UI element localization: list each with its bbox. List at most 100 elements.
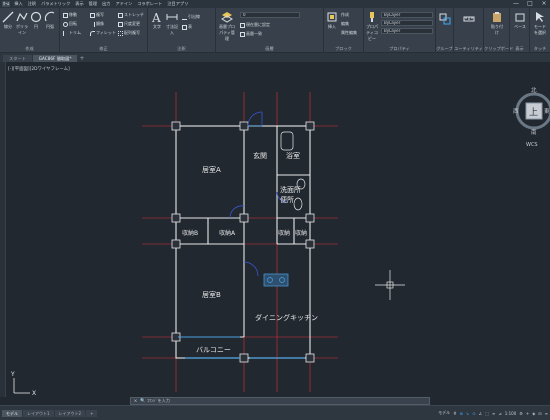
draw-panel-label[interactable]: 作成 [0, 46, 59, 52]
linetype-combo[interactable]: ByLayer [381, 20, 433, 26]
layer-properties-tool[interactable]: 画層プロパティ管理 [218, 11, 236, 42]
polar-tracking-icon[interactable]: ⬚ [485, 411, 489, 416]
polyline-tool[interactable]: ポリライン [15, 11, 29, 36]
tab-drawing[interactable]: GAC86F 間取図* [32, 55, 78, 62]
select-mode-tool[interactable]: モードを選択 [533, 11, 547, 36]
lineweight-combo[interactable]: ByLayer [381, 28, 433, 34]
group-icon[interactable] [439, 13, 451, 25]
arc-label: 円弧 [46, 24, 54, 29]
status-tools: モデル # ⊞ ↳ ⊙ ∠ ⬚ ≡ ⊿ 1:100 ⚙ + ◈ ⊟ ≡ [438, 410, 548, 416]
isolate-objects-icon[interactable]: ◈ [532, 411, 535, 416]
tab-model[interactable]: モデル [2, 410, 22, 417]
annotation-monitor-icon[interactable]: + [526, 411, 529, 416]
column [239, 213, 249, 223]
drawing-canvas[interactable]: 居室A 玄関 浴室 洗面所 便所 収納B 収納A 収納 収納 居室B ダイニング… [0, 62, 550, 397]
match-properties-tool[interactable]: プロパティコピー [365, 11, 379, 42]
clipboard-panel-label[interactable]: クリップボード [484, 46, 513, 52]
layers-panel-label[interactable]: 画層 [216, 46, 323, 52]
menu-item-insert[interactable]: 挿入 [13, 1, 23, 7]
menu-item-manage[interactable]: 管理 [88, 1, 98, 7]
scale-icon [118, 21, 123, 27]
command-close-icon[interactable]: × [133, 399, 138, 404]
measure-icon[interactable] [463, 13, 475, 25]
insert-block-tool[interactable]: 挿入 [325, 11, 339, 30]
base-view-tool[interactable]: ベース [513, 11, 527, 30]
viewcube[interactable]: 上 北 南 西 東 WCS [513, 86, 550, 148]
fullscreen-icon[interactable]: ⊟ [538, 411, 541, 416]
match-layer-tool[interactable]: 画層一致 [240, 31, 262, 37]
leader-tool[interactable]: 引出線 [182, 14, 200, 20]
new-tab-button[interactable]: + [78, 55, 85, 62]
block-edit-tool[interactable]: 編集 [341, 21, 349, 27]
command-search-icon[interactable]: 🔍 [140, 399, 146, 404]
layer-combo[interactable]: 0 [240, 12, 300, 18]
viewcube-north[interactable]: 北 [531, 86, 537, 94]
viewcube-south[interactable]: 南 [531, 128, 537, 136]
attribute-edit-tool[interactable]: 属性編集 [341, 30, 357, 36]
tab-layout1[interactable]: レイアウト1 [23, 410, 54, 417]
viewcube-east[interactable]: 東 [544, 107, 550, 115]
circle-tool[interactable]: 円 [29, 11, 43, 30]
rotate-tool[interactable]: 回転 [63, 21, 77, 27]
text-tool[interactable]: A 文字 [150, 11, 164, 30]
mirror-tool[interactable]: 鏡像 [90, 21, 104, 27]
view-panel-label[interactable]: 表示 [510, 46, 529, 52]
make-current-tool[interactable]: 現在層に設定 [240, 22, 270, 28]
move-tool[interactable]: 移動 [63, 12, 77, 18]
grid-icon[interactable]: # [453, 411, 456, 416]
dynamic-input-icon[interactable]: ⊙ [472, 411, 475, 416]
block-create-tool[interactable]: 作成 [341, 12, 349, 18]
annotation-panel-label[interactable]: 注釈 [148, 46, 215, 52]
customize-menu-icon[interactable]: ≡ [545, 411, 548, 416]
infer-constraints-icon[interactable]: ↳ [466, 411, 469, 416]
tab-layout2[interactable]: レイアウト2 [54, 410, 86, 417]
menu-item-addins[interactable]: アドイン [114, 1, 133, 7]
menu-item-parametric[interactable]: パラメトリック [40, 1, 71, 7]
line-tool[interactable]: 線分 [1, 11, 15, 30]
isometric-icon[interactable]: ≡ [492, 411, 495, 416]
block-panel-label[interactable]: ブロック [324, 46, 363, 52]
command-input[interactable]: ｺﾏﾝﾄﾞを入力 [147, 398, 170, 404]
menu-item-annotate[interactable]: 注釈 [27, 1, 37, 7]
annotation-scale[interactable]: 1:100 [505, 411, 517, 416]
workspace-gear-icon[interactable]: ⚙ [519, 411, 523, 416]
tab-start[interactable]: スタート [3, 55, 32, 62]
utilities-panel-label[interactable]: ユーティリティ [454, 46, 483, 52]
ortho-icon[interactable]: ∠ [479, 411, 483, 416]
table-tool[interactable]: 表 [182, 24, 192, 30]
add-layout-button[interactable]: + [86, 410, 98, 417]
viewport-label[interactable]: [-][平面図][2Dワイヤフレーム] [8, 66, 70, 72]
touch-panel-label[interactable]: タッチ [530, 46, 550, 52]
groups-panel-label[interactable]: グループ [436, 46, 453, 52]
color-combo[interactable]: ByLayer [381, 12, 433, 18]
paste-tool[interactable]: 貼り付け [490, 11, 504, 36]
viewcube-wcs[interactable]: WCS [526, 142, 538, 148]
fillet-tool[interactable]: フィレット [90, 30, 116, 36]
maximize-button[interactable]: □ [526, 1, 534, 7]
command-line[interactable]: × 🔍 ｺﾏﾝﾄﾞを入力 [130, 397, 430, 405]
menu-item-home[interactable]: ﾎｰﾑ [2, 1, 11, 7]
side-palette-strip[interactable] [0, 62, 6, 397]
arc-tool[interactable]: 円弧 [43, 11, 57, 30]
menu-item-view[interactable]: 表示 [74, 1, 84, 7]
properties-panel-label[interactable]: プロパティ [364, 46, 435, 52]
viewcube-west[interactable]: 西 [513, 108, 519, 115]
menu-item-featured-apps[interactable]: 注目アプリ [166, 1, 189, 7]
stretch-tool[interactable]: ストレッチ [118, 12, 144, 18]
object-snap-icon[interactable]: ⊿ [498, 411, 501, 416]
close-button[interactable]: × [540, 1, 548, 7]
copy-tool[interactable]: 複写 [90, 12, 104, 18]
column [239, 121, 249, 131]
snap-icon[interactable]: ⊞ [460, 411, 463, 416]
dimension-tool[interactable]: 寸法記入 [165, 11, 179, 36]
array-tool[interactable]: 配列複写 [118, 30, 140, 36]
rotate-label: 回転 [69, 21, 77, 26]
menu-item-collaborate[interactable]: コラボレート [136, 1, 163, 7]
modify-panel-label[interactable]: 修正 [60, 46, 147, 52]
trim-tool[interactable]: トリム [63, 30, 81, 36]
room-label-washroom: 洗面所 [280, 185, 301, 194]
minimize-button[interactable]: — [512, 1, 520, 7]
menu-item-output[interactable]: 出力 [101, 1, 111, 7]
model-space-button[interactable]: モデル [438, 410, 450, 416]
scale-tool[interactable]: 尺度変更 [118, 21, 140, 27]
